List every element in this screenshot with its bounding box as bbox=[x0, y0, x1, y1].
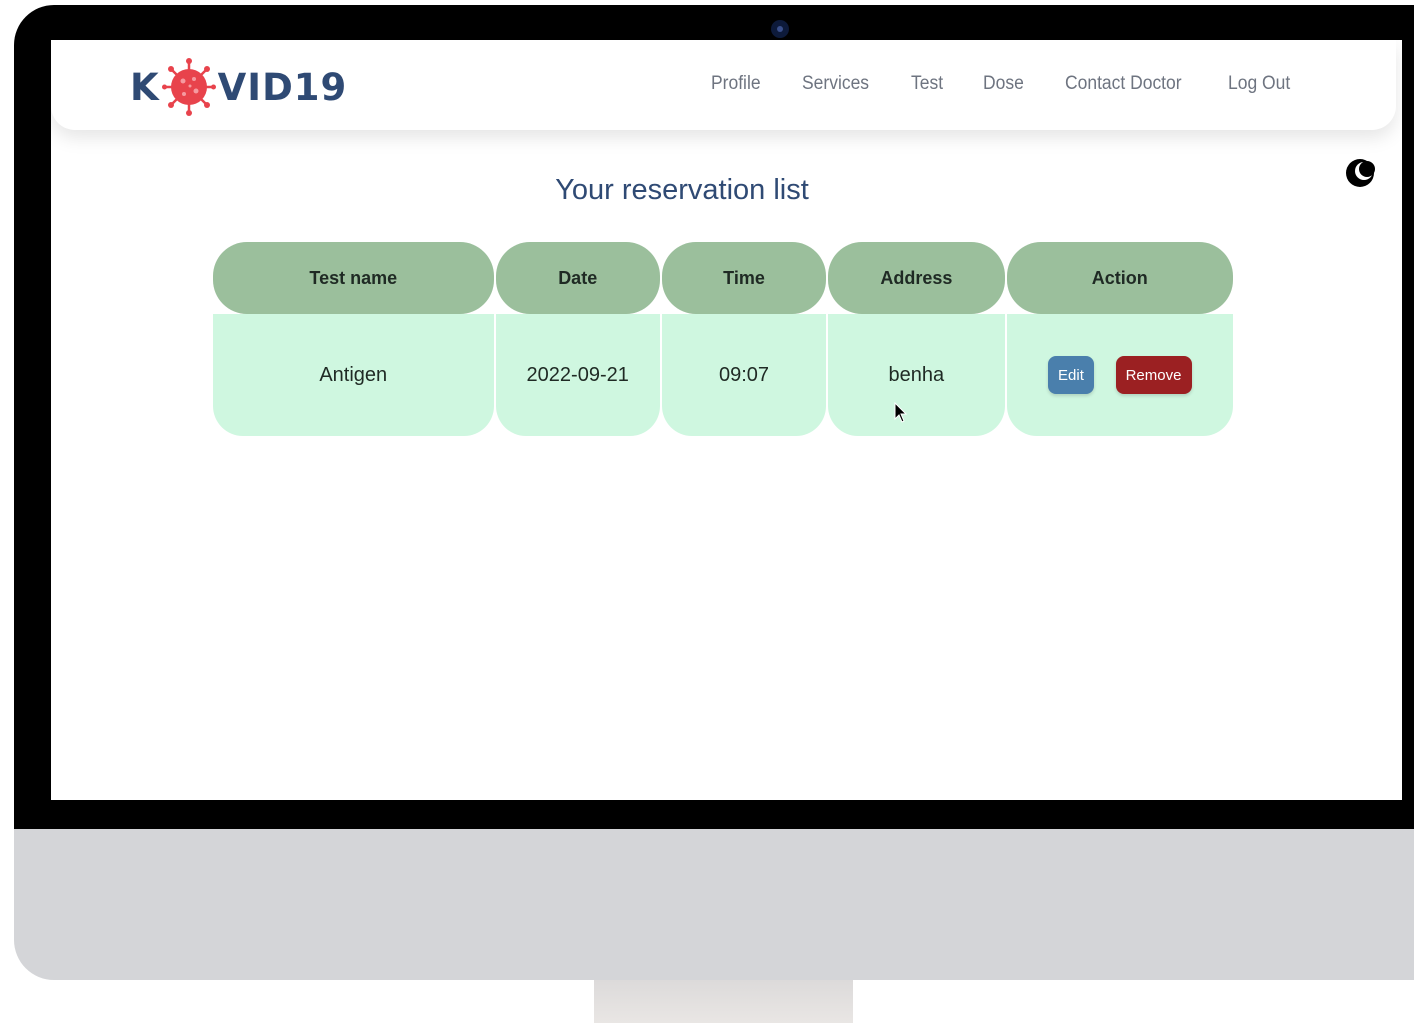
cell-action: Edit Remove bbox=[1006, 314, 1233, 436]
monitor-stand bbox=[594, 980, 853, 1023]
nav-link-test[interactable]: Test bbox=[911, 73, 943, 95]
column-header-time: Time bbox=[661, 242, 827, 314]
table-row: Antigen 2022-09-21 09:07 benha Edit Remo… bbox=[213, 314, 1233, 436]
column-header-test-name: Test name bbox=[213, 242, 494, 314]
moon-icon[interactable] bbox=[1344, 157, 1376, 189]
nav-link-log-out[interactable]: Log Out bbox=[1228, 73, 1290, 95]
page-title: Your reservation list bbox=[555, 174, 809, 206]
column-header-date: Date bbox=[495, 242, 660, 314]
cell-time: 09:07 bbox=[661, 314, 827, 436]
screen: K VID19 Profile Services Test Dose Conta… bbox=[51, 40, 1402, 800]
reservation-table: Test name Date Time Address Action Antig… bbox=[211, 242, 1235, 436]
nav-link-profile[interactable]: Profile bbox=[711, 73, 761, 95]
column-header-address: Address bbox=[828, 242, 1005, 314]
column-header-action: Action bbox=[1006, 242, 1233, 314]
table-header-row: Test name Date Time Address Action bbox=[213, 242, 1233, 314]
logo-prefix: K bbox=[130, 65, 160, 109]
virus-icon bbox=[161, 58, 216, 116]
nav-link-contact-doctor[interactable]: Contact Doctor bbox=[1065, 73, 1182, 95]
remove-button[interactable]: Remove bbox=[1115, 356, 1192, 394]
nav-menu: Profile Services Test Dose Contact Docto… bbox=[711, 73, 1296, 95]
nav-link-dose[interactable]: Dose bbox=[983, 73, 1024, 95]
logo-suffix: VID19 bbox=[217, 65, 348, 109]
nav-link-services[interactable]: Services bbox=[802, 73, 869, 95]
mouse-cursor-icon bbox=[894, 402, 908, 423]
navbar: K VID19 Profile Services Test Dose Conta… bbox=[51, 40, 1396, 130]
logo[interactable]: K VID19 bbox=[130, 58, 347, 116]
monitor-chin bbox=[14, 829, 1414, 980]
camera-icon bbox=[771, 20, 789, 38]
cell-date: 2022-09-21 bbox=[495, 314, 660, 436]
cell-test-name: Antigen bbox=[213, 314, 494, 436]
edit-button[interactable]: Edit bbox=[1047, 356, 1094, 394]
cell-address: benha bbox=[828, 314, 1005, 436]
